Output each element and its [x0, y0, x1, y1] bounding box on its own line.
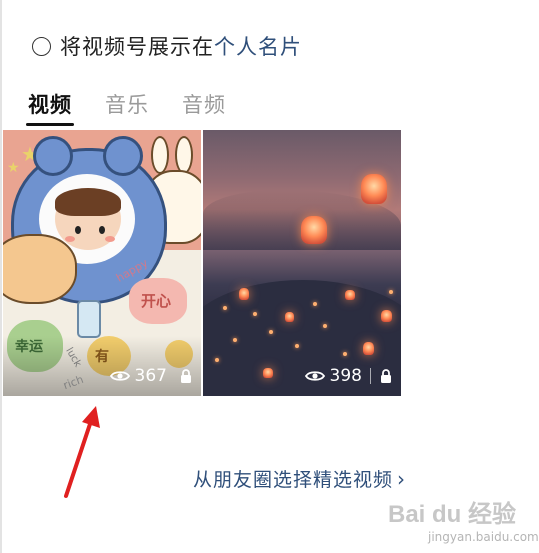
hood-ear [103, 136, 143, 176]
lantern-glow [269, 330, 273, 334]
lantern [285, 312, 294, 322]
red-arrow-annotation [64, 406, 100, 498]
cat-illustration [3, 234, 77, 304]
child-eye [99, 226, 105, 234]
show-in-profile-option[interactable]: 将视频号展示在 个人名片 [32, 31, 302, 61]
lantern-glow [215, 358, 219, 362]
watermark-logo: Bai du 经验 [388, 501, 517, 528]
lantern-glow [343, 352, 347, 356]
heart-sticker-text: 开心 [141, 292, 172, 310]
lantern-glow [323, 324, 327, 328]
child-blush [65, 236, 75, 242]
stat-divider [370, 368, 371, 384]
profile-card-link[interactable]: 个人名片 [214, 31, 302, 61]
lantern [381, 310, 392, 322]
video-tile-1[interactable]: ★ ★ 开心 happy 幸运 有 luck rich 3 [3, 130, 201, 396]
child-blush [105, 236, 115, 242]
child-hair [55, 188, 121, 216]
lantern-glow [313, 302, 317, 306]
eye-icon [304, 371, 325, 381]
left-border [0, 0, 2, 553]
lantern-glow [233, 338, 237, 342]
lantern-glow [389, 290, 393, 294]
lantern [363, 342, 374, 355]
lantern [345, 290, 355, 300]
tab-video[interactable]: 视频 [26, 89, 74, 126]
lantern-glow [295, 344, 299, 348]
lantern [361, 174, 387, 204]
view-count: 398 [329, 366, 362, 386]
content-tabs: 视频 音乐 音频 [26, 89, 259, 126]
bottle-sticker [77, 300, 101, 338]
video-stats: 398 [304, 366, 393, 386]
chevron-right-icon: › [397, 466, 407, 491]
select-from-moments-link[interactable]: 从朋友圈选择精选视频 › [193, 465, 406, 492]
child-eye [75, 226, 81, 234]
lock-icon [381, 369, 391, 383]
view-count: 367 [134, 366, 167, 386]
lantern [301, 216, 327, 244]
video-stats: 367 [109, 366, 193, 386]
eye-icon [109, 371, 130, 381]
show-in-profile-label: 将视频号展示在 [60, 35, 214, 59]
lantern [239, 288, 249, 300]
star-decoration: ★ [7, 160, 20, 176]
radio-icon[interactable] [32, 36, 51, 56]
hood-ear [33, 136, 73, 176]
bunny-ear [151, 136, 169, 174]
tab-audio[interactable]: 音频 [182, 89, 226, 119]
bunny-ear [175, 136, 193, 174]
lantern-glow [253, 312, 257, 316]
lantern-glow [223, 306, 227, 310]
baidu-watermark: Bai du 经验 jingyan.baidu.com [388, 494, 539, 544]
lock-icon [181, 369, 191, 383]
watermark-url: jingyan.baidu.com [428, 530, 539, 544]
tab-music[interactable]: 音乐 [105, 89, 149, 119]
lantern [263, 368, 273, 378]
video-grid: ★ ★ 开心 happy 幸运 有 luck rich 3 [3, 130, 403, 396]
video-tile-2[interactable]: 398 [203, 130, 401, 396]
select-from-moments-label: 从朋友圈选择精选视频 [193, 469, 394, 491]
